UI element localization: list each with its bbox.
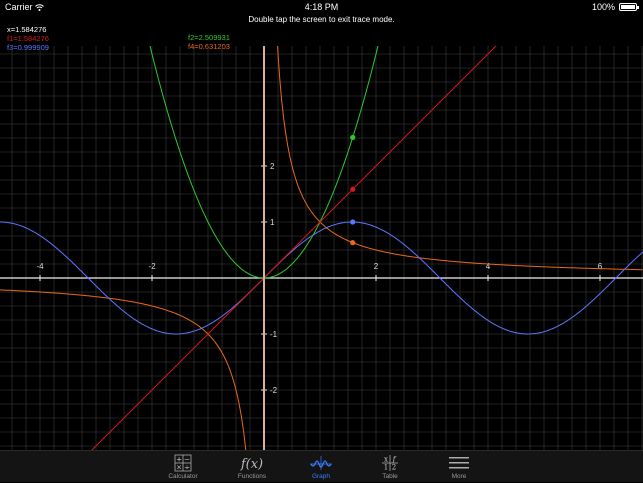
svg-text:2: 2 xyxy=(392,463,396,471)
tab-bar: + − × ÷ Calculator f(x) Functions Graph xyxy=(0,450,643,482)
tab-table-label: Table xyxy=(382,473,398,480)
tab-calculator[interactable]: + − × ÷ Calculator xyxy=(153,453,213,483)
trace-f2-value: f2=2.509931 xyxy=(188,33,230,42)
svg-text:f: f xyxy=(392,455,397,463)
trace-point-f2 xyxy=(350,134,356,141)
graph-canvas[interactable]: -4 -2 2 4 6 2 1 -1 -2 xyxy=(0,46,643,450)
x-tick-label: 2 xyxy=(374,262,379,271)
tab-graph-label: Graph xyxy=(311,473,331,480)
tab-table[interactable]: x f 1 2 Table xyxy=(360,453,420,483)
svg-text:−: − xyxy=(184,455,190,463)
graph-grid xyxy=(0,46,643,450)
y-tick-label: 1 xyxy=(270,218,275,227)
curve-f1 xyxy=(91,46,497,450)
table-icon: x f 1 2 xyxy=(360,453,420,472)
tab-functions[interactable]: f(x) Functions xyxy=(222,453,282,483)
trace-point-f4 xyxy=(350,240,356,246)
svg-text:+: + xyxy=(176,455,182,463)
trace-hint: Double tap the screen to exit trace mode… xyxy=(248,15,395,24)
trace-point-f1 xyxy=(350,186,356,192)
x-tick-label: -4 xyxy=(36,262,44,271)
menu-icon xyxy=(429,453,489,472)
trace-x-value: x=1.584276 xyxy=(7,25,47,34)
x-tick-label: 6 xyxy=(598,262,603,271)
trace-points xyxy=(350,134,356,246)
svg-text:1: 1 xyxy=(384,463,388,471)
trace-f1-value: f1=1.584276 xyxy=(7,34,49,43)
tab-calculator-label: Calculator xyxy=(168,473,198,480)
tab-more[interactable]: More xyxy=(429,453,489,483)
battery-area: 100% xyxy=(591,0,639,14)
y-tick-label: -2 xyxy=(270,386,278,395)
svg-text:x: x xyxy=(384,455,388,463)
y-tick-label: -1 xyxy=(270,330,278,339)
x-tick-label: 4 xyxy=(486,262,491,271)
tab-graph[interactable]: Graph xyxy=(291,453,351,483)
calculator-icon: + − × ÷ xyxy=(153,453,213,472)
svg-text:×: × xyxy=(176,463,182,471)
graph-wave-icon xyxy=(291,453,351,472)
status-time: 4:18 PM xyxy=(304,2,339,12)
tab-functions-label: Functions xyxy=(237,473,267,480)
tab-more-label: More xyxy=(451,473,467,480)
svg-text:÷: ÷ xyxy=(184,463,190,471)
x-tick-label: -2 xyxy=(148,262,156,271)
y-tick-label: 2 xyxy=(270,162,275,171)
status-bar: Carrier 4:18 PM 100% xyxy=(0,0,643,14)
trace-point-f3 xyxy=(350,219,356,225)
battery-icon xyxy=(619,3,639,11)
curve-f4 xyxy=(0,289,247,450)
battery-percent: 100% xyxy=(591,2,615,12)
function-icon: f(x) xyxy=(222,453,282,472)
svg-text:f(x): f(x) xyxy=(240,457,263,472)
